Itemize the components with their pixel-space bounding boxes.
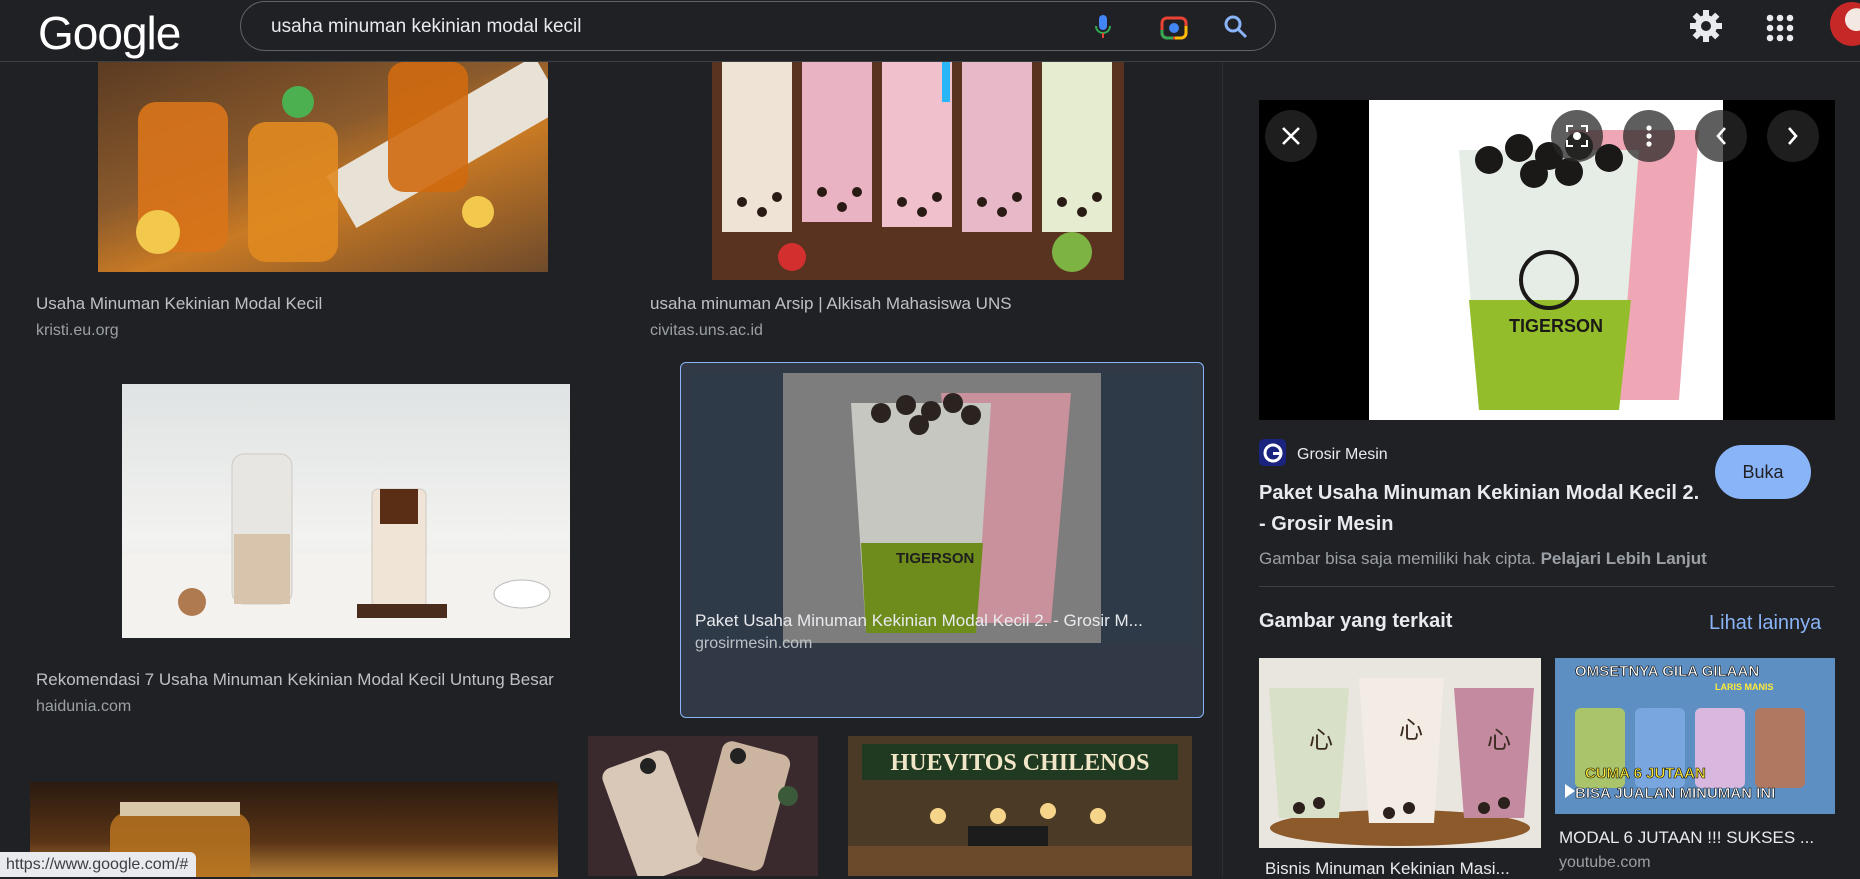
apps-grid-icon[interactable] [1762,10,1798,46]
related-title[interactable]: MODAL 6 JUTAAN !!! SUKSES ... [1559,828,1831,848]
close-button[interactable] [1265,110,1317,162]
previous-image-button[interactable] [1695,110,1747,162]
more-options-button[interactable] [1623,110,1675,162]
street-stall-image: HUEVITOS CHILENOS [848,736,1192,876]
bubble-tea-image [712,62,1124,280]
divider [1259,586,1835,587]
related-site[interactable]: youtube.com [1559,854,1651,872]
lens-icon [1566,125,1588,147]
result-card[interactable]: Rekomendasi 7 Usaha Minuman Kekinian Mod… [30,372,670,715]
chevron-left-icon [1716,127,1726,145]
stall-sign: HUEVITOS CHILENOS [891,750,1150,776]
image-results-grid: Usaha Minuman Kekinian Modal Kecil krist… [0,62,1222,877]
g-favicon-icon [1263,443,1282,462]
cup-brand: TIGERSON [1509,316,1603,336]
iced-tea-image [136,62,548,262]
preview-title[interactable]: Paket Usaha Minuman Kekinian Modal Kecil… [1259,478,1709,540]
result-thumbnail[interactable]: HUEVITOS CHILENOS [848,736,1192,876]
result-site[interactable]: civitas.uns.ac.id [650,322,763,340]
overlay-text-sub: LARIS MANIS [1715,682,1774,692]
selected-result-card[interactable]: TIGERSON Paket Usaha Minuman Kekinian Mo… [680,362,1204,718]
result-title[interactable]: usaha minuman Arsip | Alkisah Mahasiswa … [650,294,1190,314]
top-bar: Google usaha minuman kekinian modal keci… [0,0,1860,62]
source-favicon-icon[interactable] [1259,439,1286,466]
result-card[interactable]: usaha minuman Arsip | Alkisah Mahasiswa … [646,62,1206,354]
svg-text:心: 心 [1309,726,1333,754]
result-site[interactable]: kristi.eu.org [36,322,119,340]
gear-icon[interactable] [1688,8,1724,44]
cold-drinks-image [602,741,798,876]
milk-drink-image [122,453,570,638]
related-images-heading: Gambar yang terkait [1259,610,1453,632]
result-site[interactable]: haidunia.com [36,698,131,716]
source-name[interactable]: Grosir Mesin [1297,446,1388,464]
chevron-right-icon [1788,127,1798,145]
result-thumbnail[interactable] [98,62,548,272]
result-title[interactable]: Rekomendasi 7 Usaha Minuman Kekinian Mod… [36,670,656,690]
learn-more-link[interactable]: Pelajari Lebih Lanjut [1541,549,1707,568]
search-box[interactable]: usaha minuman kekinian modal kecil [240,1,1276,51]
result-title[interactable]: Paket Usaha Minuman Kekinian Modal Kecil… [695,611,1191,631]
account-avatar[interactable] [1830,2,1860,46]
result-title[interactable]: Usaha Minuman Kekinian Modal Kecil [36,294,596,314]
video-thumbnail-image: OMSETNYA GILA GILAAN LARIS MANIS CUMA 6 … [1555,658,1835,814]
related-thumbnail[interactable]: 心 心 心 [1259,658,1541,848]
svg-text:心: 心 [1399,716,1423,744]
result-site[interactable]: grosirmesin.com [695,635,812,653]
overlay-text-mid: CUMA 6 JUTAAN [1585,765,1706,782]
result-card[interactable]: Usaha Minuman Kekinian Modal Kecil krist… [30,62,614,354]
see-more-link[interactable]: Lihat lainnya [1709,612,1821,635]
lens-search-button[interactable] [1551,110,1603,162]
copyright-notice: Gambar bisa saja memiliki hak cipta. Pel… [1259,549,1707,569]
overlay-text-bottom: BISA JUALAN MINUMAN INI [1575,785,1775,802]
preview-image-area[interactable]: TIGERSON [1259,100,1835,420]
more-vert-icon [1646,125,1652,147]
copyright-text: Gambar bisa saja memiliki hak cipta. [1259,549,1536,568]
tigerson-drink-image: TIGERSON [783,373,1101,643]
related-title[interactable]: Bisnis Minuman Kekinian Masi... [1265,859,1535,879]
next-image-button[interactable] [1767,110,1819,162]
result-thumbnail[interactable]: TIGERSON [691,373,1193,643]
cup-brand: TIGERSON [896,550,974,567]
open-button[interactable]: Buka [1715,445,1811,499]
svg-text:心: 心 [1487,726,1511,754]
result-thumbnail[interactable] [712,62,1124,280]
preview-panel: TIGERSON Grosir Mesin Paket Usaha Minuma [1222,62,1860,879]
result-thumbnail[interactable] [588,736,818,876]
google-logo[interactable]: Google [38,6,181,60]
status-bar-url: https://www.google.com/# [0,852,197,877]
camera-lens-icon[interactable] [1159,12,1189,42]
search-input[interactable]: usaha minuman kekinian modal kecil [271,16,582,38]
overlay-text-top: OMSETNYA GILA GILAAN [1575,663,1759,680]
related-thumbnail[interactable]: OMSETNYA GILA GILAAN LARIS MANIS CUMA 6 … [1555,658,1835,814]
bubble-cups-image: 心 心 心 [1259,658,1541,848]
microphone-icon[interactable] [1091,12,1115,42]
result-thumbnail[interactable] [122,384,570,638]
close-icon [1282,127,1300,145]
search-icon[interactable] [1223,14,1249,40]
